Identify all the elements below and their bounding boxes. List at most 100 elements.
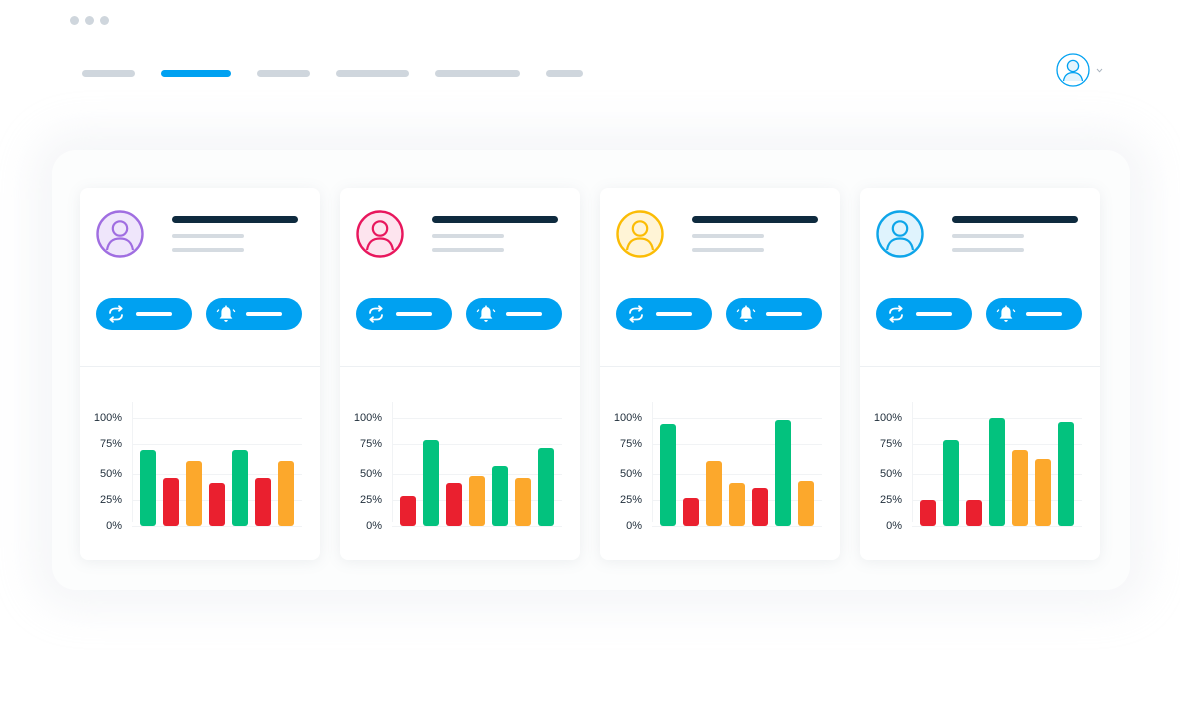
chevron-down-icon[interactable] [1096,68,1103,73]
profile-card: 100% 75% 50% 25% 0% [600,188,840,560]
notify-button[interactable] [726,298,822,330]
user-avatar-icon [876,210,924,258]
chart-bar [255,478,271,526]
nav-tab-6[interactable] [546,70,583,77]
profile-card: 100% 75% 50% 25% 0% [340,188,580,560]
y-tick-label: 75% [879,438,902,450]
bell-icon [736,305,756,322]
chart-bar [1058,422,1074,526]
user-menu[interactable] [1056,53,1103,87]
chart-bar [706,461,722,526]
chart-bar [660,424,676,526]
nav-tab-4[interactable] [336,70,409,77]
chart-bar [752,488,768,526]
bar-chart: 100% 75% 50% 25% 0% [340,402,580,542]
card-title-placeholder [432,216,558,223]
card-subtitle-placeholder [692,248,764,252]
button-label-placeholder [1026,312,1062,316]
chart-bar [920,500,936,526]
nav-tab-3[interactable] [257,70,310,77]
gridline [132,474,302,475]
y-tick-label: 100% [873,412,902,424]
y-tick-label: 50% [879,468,902,480]
user-avatar-icon[interactable] [1056,53,1090,87]
card-divider [340,366,580,367]
refresh-icon [629,305,643,323]
chart-bar [163,478,179,526]
y-tick-label: 100% [353,412,382,424]
gridline [652,526,822,527]
gridline [912,526,1082,527]
refresh-icon [369,305,383,323]
chart-bar [515,478,531,526]
notify-button[interactable] [206,298,302,330]
profile-card: 100% 75% 50% 25% 0% [80,188,320,560]
nav-tab-2[interactable] [161,70,231,77]
chart-bar [1035,459,1051,526]
card-title-placeholder [172,216,298,223]
y-tick-label: 100% [613,412,642,424]
y-tick-label: 50% [99,468,122,480]
nav-tab-5[interactable] [435,70,520,77]
bell-icon [216,305,236,322]
y-tick-label: 25% [879,494,902,506]
button-label-placeholder [506,312,542,316]
window-dot[interactable] [85,16,94,25]
button-label-placeholder [246,312,282,316]
y-tick-label: 25% [359,494,382,506]
refresh-button[interactable] [356,298,452,330]
y-tick-label: 75% [99,438,122,450]
y-axis-line [392,402,393,522]
chart-bar [232,450,248,526]
chart-bar [209,482,225,526]
window-dot[interactable] [100,16,109,25]
y-axis-line [132,402,133,522]
window-dot[interactable] [70,16,79,25]
button-label-placeholder [136,312,172,316]
gridline [132,418,302,419]
notify-button[interactable] [466,298,562,330]
card-title-placeholder [692,216,818,223]
y-tick-label: 25% [99,494,122,506]
user-avatar-icon [616,210,664,258]
y-axis-line [652,402,653,522]
y-tick-label: 50% [619,468,642,480]
gridline [392,418,562,419]
y-tick-label: 75% [619,438,642,450]
chart-bar [400,495,416,526]
y-tick-label: 50% [359,468,382,480]
gridline [392,526,562,527]
chart-bar [423,439,439,526]
refresh-button[interactable] [616,298,712,330]
chart-bar [278,461,294,526]
bar-chart: 100% 75% 50% 25% 0% [80,402,320,542]
refresh-icon [889,305,903,323]
chart-bar [683,497,699,526]
chart-bar [538,448,554,526]
chart-bar [186,461,202,526]
gridline [392,474,562,475]
card-subtitle-placeholder [172,248,244,252]
gridline [132,444,302,445]
y-tick-label: 75% [359,438,382,450]
y-tick-label: 25% [619,494,642,506]
y-tick-label: 0% [886,520,902,532]
chart-bar [446,482,462,526]
button-label-placeholder [916,312,952,316]
refresh-button[interactable] [876,298,972,330]
gridline [132,526,302,527]
chart-bar [966,500,982,526]
card-subtitle-placeholder [432,248,504,252]
nav-tab-1[interactable] [82,70,135,77]
card-divider [600,366,840,367]
chart-bar [775,420,791,526]
notify-button[interactable] [986,298,1082,330]
refresh-button[interactable] [96,298,192,330]
card-subtitle-placeholder [952,248,1024,252]
card-subtitle-placeholder [692,234,764,238]
card-subtitle-placeholder [952,234,1024,238]
profile-card: 100% 75% 50% 25% 0% [860,188,1100,560]
button-label-placeholder [396,312,432,316]
card-subtitle-placeholder [172,234,244,238]
button-label-placeholder [766,312,802,316]
